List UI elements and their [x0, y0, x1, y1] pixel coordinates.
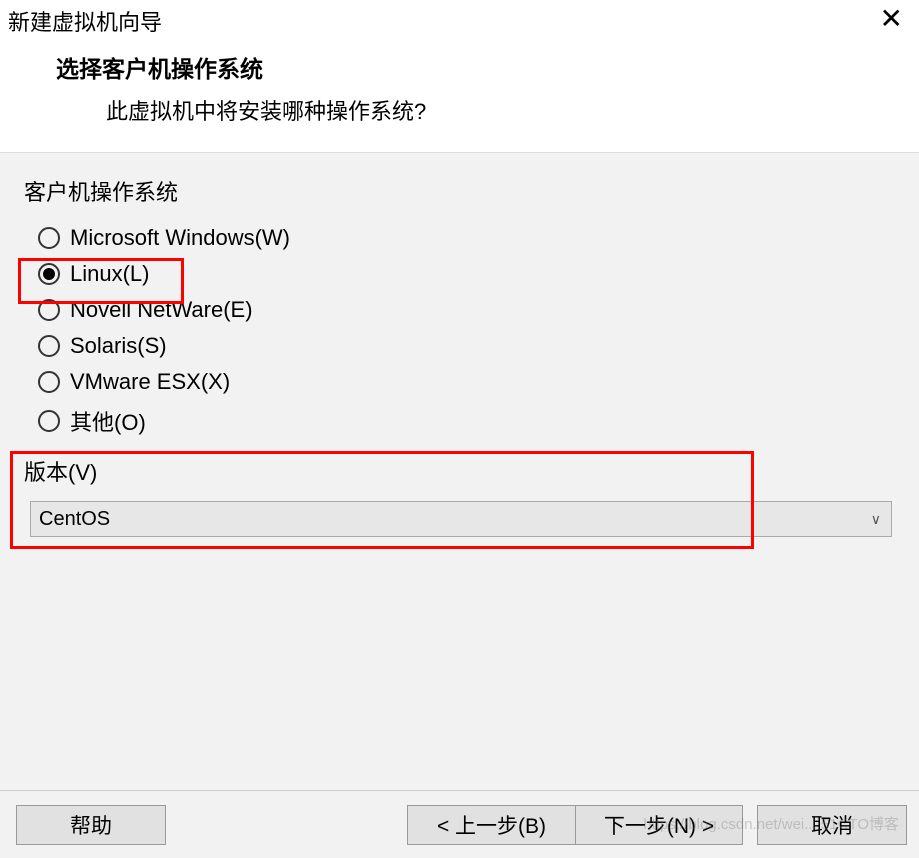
radio-icon: [38, 263, 60, 285]
titlebar: 新建虚拟机向导 ✕: [0, 0, 919, 40]
os-group-label: 客户机操作系统: [24, 175, 895, 207]
help-button[interactable]: 帮助: [16, 805, 166, 845]
radio-label: Linux(L): [70, 261, 149, 287]
page-title: 选择客户机操作系统: [56, 50, 919, 84]
radio-icon: [38, 227, 60, 249]
version-dropdown[interactable]: CentOS ∨: [30, 501, 892, 537]
dropdown-value: CentOS: [39, 508, 110, 531]
close-icon[interactable]: ✕: [876, 5, 907, 33]
footer: 帮助 < 上一步(B) 下一步(N) > 取消: [0, 790, 919, 858]
radio-icon: [38, 371, 60, 393]
radio-other[interactable]: 其他(O): [34, 403, 895, 439]
radio-vmware-esx[interactable]: VMware ESX(X): [34, 367, 895, 397]
radio-icon: [38, 299, 60, 321]
radio-icon: [38, 335, 60, 357]
radio-label: Novell NetWare(E): [70, 297, 253, 323]
radio-label: 其他(O): [70, 405, 146, 437]
content-panel: 客户机操作系统 Microsoft Windows(W) Linux(L) No…: [0, 152, 919, 792]
window-title: 新建虚拟机向导: [8, 5, 162, 37]
radio-linux[interactable]: Linux(L): [34, 259, 895, 289]
version-section: 版本(V) CentOS ∨: [24, 455, 895, 537]
radio-label: Solaris(S): [70, 333, 167, 359]
radio-novell[interactable]: Novell NetWare(E): [34, 295, 895, 325]
cancel-button[interactable]: 取消: [757, 805, 907, 845]
radio-label: VMware ESX(X): [70, 369, 230, 395]
radio-icon: [38, 410, 60, 432]
radio-solaris[interactable]: Solaris(S): [34, 331, 895, 361]
back-button[interactable]: < 上一步(B): [407, 805, 575, 845]
chevron-down-icon: ∨: [871, 511, 881, 528]
version-label: 版本(V): [24, 455, 895, 487]
next-button[interactable]: 下一步(N) >: [575, 805, 743, 845]
radio-label: Microsoft Windows(W): [70, 225, 290, 251]
os-radio-group: Microsoft Windows(W) Linux(L) Novell Net…: [34, 223, 895, 439]
page-subtitle: 此虚拟机中将安装哪种操作系统?: [106, 94, 919, 126]
radio-windows[interactable]: Microsoft Windows(W): [34, 223, 895, 253]
wizard-header: 选择客户机操作系统 此虚拟机中将安装哪种操作系统?: [0, 40, 919, 152]
